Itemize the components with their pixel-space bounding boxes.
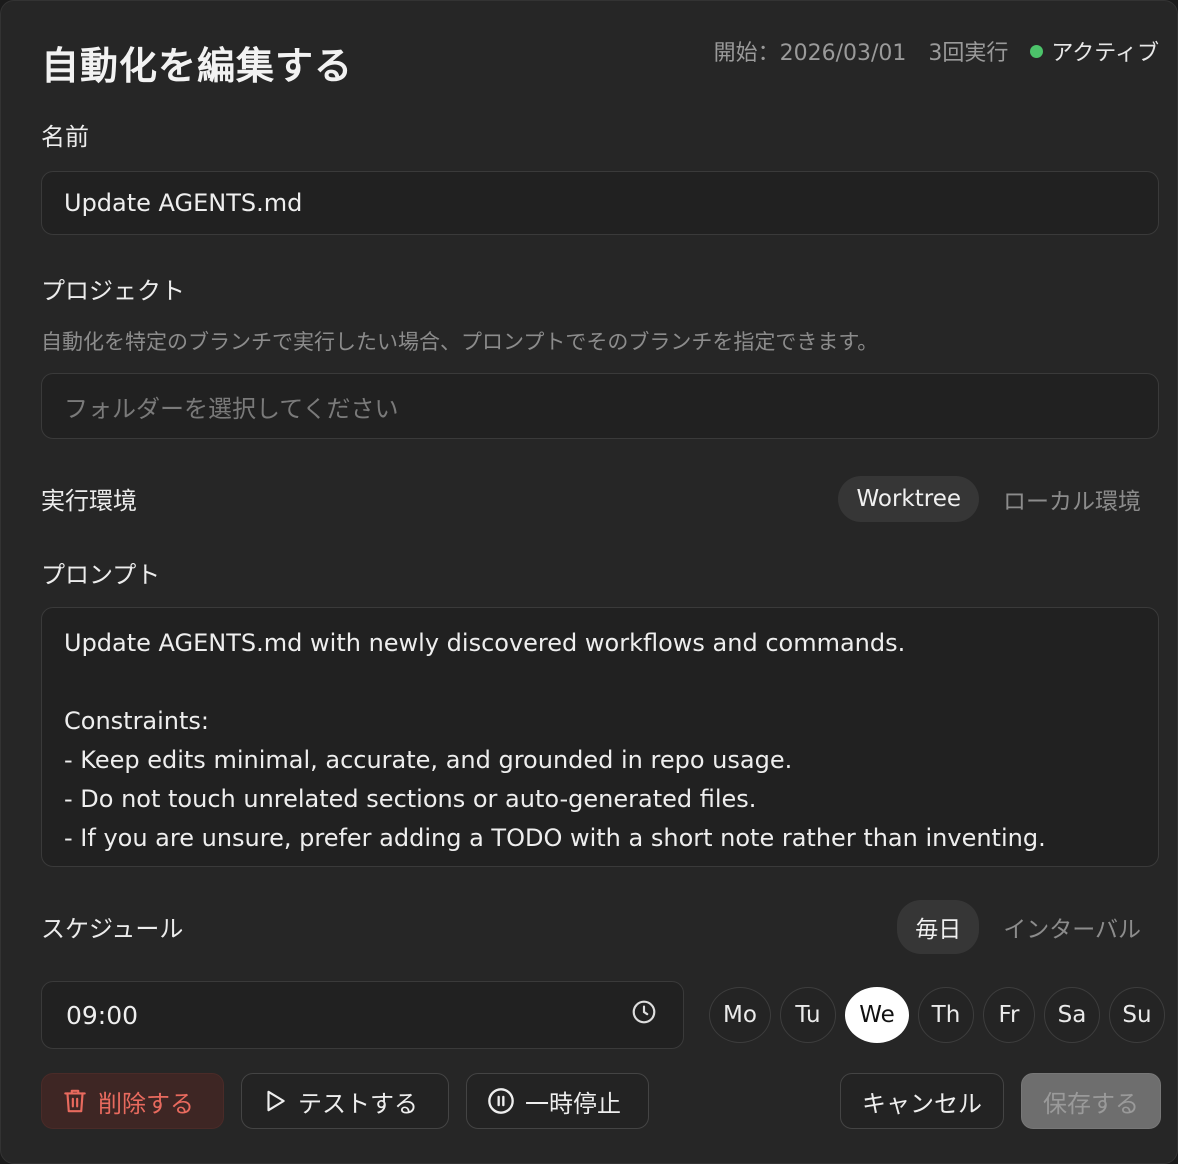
name-input-value: Update AGENTS.md bbox=[64, 189, 303, 217]
project-folder-select[interactable]: フォルダーを選択してください bbox=[41, 373, 1159, 439]
trash-icon bbox=[62, 1087, 88, 1115]
status-dot-icon bbox=[1030, 44, 1044, 58]
test-button[interactable]: テストする bbox=[241, 1073, 449, 1129]
schedule-label: スケジュール bbox=[41, 915, 184, 943]
prompt-line bbox=[64, 663, 1136, 702]
day-th[interactable]: Th bbox=[918, 987, 974, 1043]
day-su[interactable]: Su bbox=[1109, 987, 1165, 1043]
prompt-line: - If you are unsure, prefer adding a TOD… bbox=[64, 824, 1046, 852]
environment-toggle: Worktree ローカル環境 bbox=[838, 472, 1159, 526]
test-button-label: テストする bbox=[298, 1089, 418, 1118]
cancel-button-label: キャンセル bbox=[862, 1089, 982, 1118]
day-sa[interactable]: Sa bbox=[1044, 987, 1100, 1043]
day-fr[interactable]: Fr bbox=[983, 987, 1035, 1043]
pause-icon bbox=[487, 1087, 515, 1115]
delete-button[interactable]: 削除する bbox=[41, 1073, 224, 1129]
prompt-line: - Keep edits minimal, accurate, and grou… bbox=[64, 746, 793, 774]
time-value: 09:00 bbox=[66, 1000, 139, 1030]
project-label: プロジェクト bbox=[41, 277, 185, 305]
status-text: アクティブ bbox=[1051, 41, 1159, 66]
schedule-option-daily[interactable]: 毎日 bbox=[897, 900, 980, 954]
start-date: 開始：2026/03/01 bbox=[713, 41, 907, 66]
schedule-mode-toggle: 毎日 インターバル bbox=[897, 900, 1159, 954]
play-icon bbox=[262, 1088, 288, 1114]
prompt-line: Update AGENTS.md with newly discovered w… bbox=[64, 629, 906, 657]
prompt-line: Constraints: bbox=[64, 707, 210, 735]
day-mo[interactable]: Mo bbox=[709, 987, 771, 1043]
pause-button-label: 一時停止 bbox=[525, 1089, 621, 1118]
schedule-option-interval[interactable]: インターバル bbox=[985, 900, 1159, 954]
status-badge: アクティブ bbox=[1030, 35, 1159, 67]
delete-button-label: 削除する bbox=[98, 1089, 194, 1118]
prompt-label: プロンプト bbox=[41, 561, 161, 589]
prompt-line: - Do not touch unrelated sections or aut… bbox=[64, 785, 757, 813]
save-button[interactable]: 保存する bbox=[1021, 1073, 1161, 1129]
edit-automation-dialog: 自動化を編集する 開始：2026/03/01 3回実行 アクティブ 名前 Upd… bbox=[0, 0, 1178, 1164]
time-input[interactable]: 09:00 bbox=[41, 981, 684, 1049]
name-label: 名前 bbox=[41, 123, 89, 151]
environment-option-local[interactable]: ローカル環境 bbox=[985, 472, 1159, 526]
cancel-button[interactable]: キャンセル bbox=[840, 1073, 1004, 1129]
pause-button[interactable]: 一時停止 bbox=[466, 1073, 649, 1129]
day-tu[interactable]: Tu bbox=[780, 987, 836, 1043]
environment-option-worktree[interactable]: Worktree bbox=[838, 476, 979, 522]
run-count: 3回実行 bbox=[928, 41, 1009, 66]
automation-meta: 開始：2026/03/01 3回実行 アクティブ bbox=[714, 35, 1159, 67]
day-we[interactable]: We bbox=[845, 987, 909, 1043]
prompt-textarea[interactable]: Update AGENTS.md with newly discovered w… bbox=[41, 607, 1159, 867]
weekday-selector: Mo Tu We Th Fr Sa Su bbox=[709, 987, 1165, 1043]
project-hint: 自動化を特定のブランチで実行したい場合、プロンプトでそのブランチを指定できます。 bbox=[41, 330, 879, 354]
clock-icon[interactable] bbox=[631, 999, 657, 1031]
environment-label: 実行環境 bbox=[41, 487, 137, 515]
dialog-title: 自動化を編集する bbox=[41, 44, 354, 88]
project-folder-placeholder: フォルダーを選択してください bbox=[64, 394, 399, 423]
name-input[interactable]: Update AGENTS.md bbox=[41, 171, 1159, 235]
save-button-label: 保存する bbox=[1043, 1089, 1139, 1118]
